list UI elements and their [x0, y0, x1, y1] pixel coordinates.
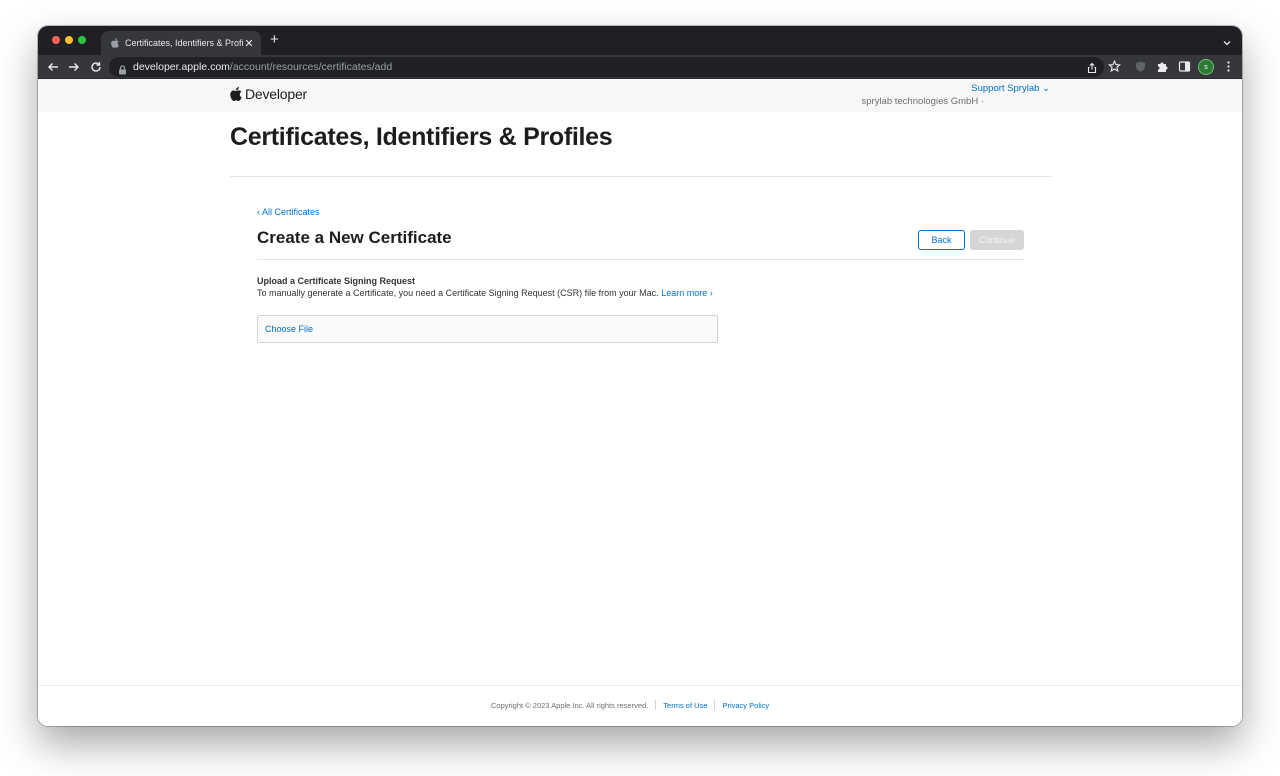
- all-certificates-link[interactable]: ‹ All Certificates: [257, 207, 320, 217]
- upload-heading: Upload a Certificate Signing Request: [257, 276, 416, 286]
- more-menu-icon[interactable]: [1222, 60, 1235, 73]
- section-title: Create a New Certificate: [257, 228, 452, 247]
- profile-avatar[interactable]: s: [1198, 59, 1214, 75]
- csr-file-dropzone[interactable]: Choose File: [257, 315, 718, 343]
- copyright-text: Copyright © 2023 Apple Inc. All rights r…: [491, 700, 649, 710]
- footer-divider: [655, 700, 657, 710]
- address-bar[interactable]: developer.apple.com/account/resources/ce…: [109, 57, 1104, 77]
- learn-more-link[interactable]: Learn more ›: [661, 288, 713, 298]
- upload-description: To manually generate a Certificate, you …: [257, 288, 713, 298]
- maximize-window-button[interactable]: [78, 36, 86, 44]
- choose-file-button[interactable]: Choose File: [265, 324, 313, 334]
- url-text[interactable]: developer.apple.com/account/resources/ce…: [133, 61, 392, 73]
- tab-title: Certificates, Identifiers & Profi: [125, 38, 243, 48]
- browser-tab[interactable]: Certificates, Identifiers & Profi ✕: [101, 31, 261, 55]
- apple-logo-icon: [230, 87, 242, 102]
- share-icon[interactable]: [1086, 61, 1098, 74]
- bookmark-star-icon[interactable]: [1107, 59, 1122, 73]
- back-arrow-icon[interactable]: [46, 60, 60, 74]
- upload-description-text: To manually generate a Certificate, you …: [257, 288, 659, 298]
- title-divider: [230, 176, 1051, 177]
- extensions-puzzle-icon[interactable]: [1156, 60, 1169, 73]
- minimize-window-button[interactable]: [65, 36, 73, 44]
- browser-toolbar: developer.apple.com/account/resources/ce…: [38, 55, 1242, 79]
- lock-icon[interactable]: [118, 62, 127, 75]
- tab-close-icon[interactable]: ✕: [243, 37, 255, 50]
- url-host: developer.apple.com: [133, 61, 230, 73]
- tab-search-chevron-icon[interactable]: [1222, 35, 1232, 46]
- team-name: sprylab technologies GmbH ·: [861, 96, 985, 107]
- apple-favicon-icon: [110, 38, 119, 48]
- terms-of-use-link[interactable]: Terms of Use: [663, 701, 707, 710]
- shield-extension-icon[interactable]: [1134, 60, 1147, 73]
- page-footer: Copyright © 2023 Apple Inc. All rights r…: [38, 685, 1242, 726]
- side-panel-icon[interactable]: [1178, 60, 1191, 73]
- close-window-button[interactable]: [52, 36, 60, 44]
- forward-arrow-icon[interactable]: [67, 60, 81, 74]
- developer-header: Developer Support Sprylab ⌄ sprylab tech…: [38, 79, 1242, 112]
- footer-links: Copyright © 2023 Apple Inc. All rights r…: [491, 700, 769, 710]
- developer-logo[interactable]: Developer: [230, 86, 307, 102]
- section-divider: [257, 259, 1024, 260]
- footer-divider: [714, 700, 716, 710]
- support-account-menu[interactable]: Support Sprylab ⌄: [971, 83, 1050, 94]
- developer-logo-text: Developer: [245, 86, 308, 102]
- new-tab-icon[interactable]: +: [270, 32, 279, 48]
- browser-window: Certificates, Identifiers & Profi ✕ + de…: [38, 26, 1242, 726]
- page-title: Certificates, Identifiers & Profiles: [230, 123, 613, 151]
- continue-button[interactable]: Continue: [970, 230, 1024, 250]
- privacy-policy-link[interactable]: Privacy Policy: [722, 701, 769, 710]
- tab-strip: Certificates, Identifiers & Profi ✕ +: [38, 26, 1242, 55]
- reload-icon[interactable]: [89, 60, 103, 74]
- url-path: /account/resources/certificates/add: [229, 61, 393, 73]
- page-content: Developer Support Sprylab ⌄ sprylab tech…: [38, 79, 1242, 726]
- back-button[interactable]: Back: [918, 230, 965, 250]
